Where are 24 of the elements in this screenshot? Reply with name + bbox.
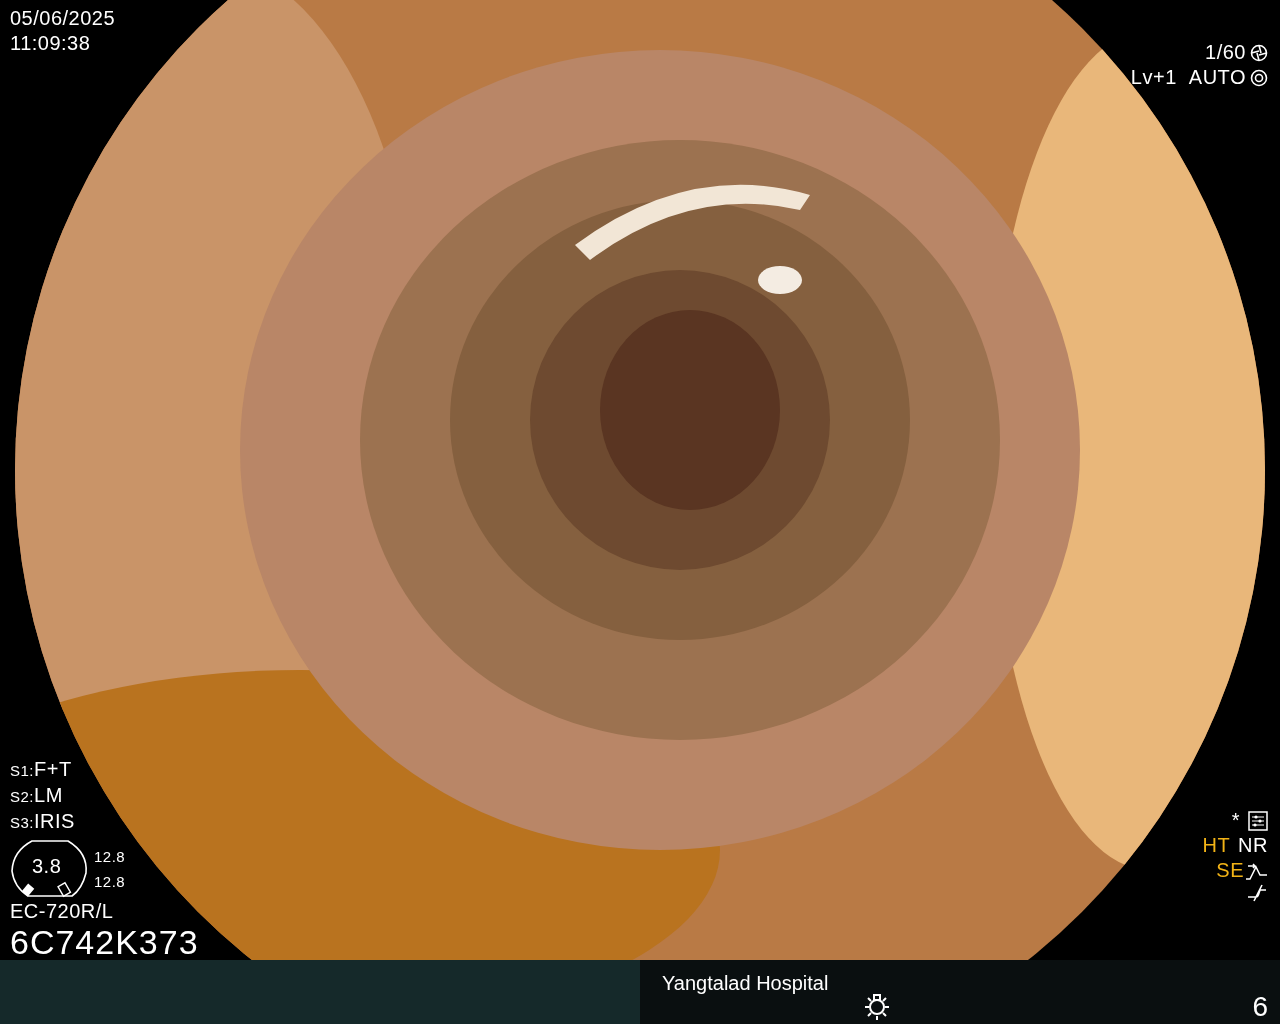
time-text: 11:09:38 <box>10 31 92 56</box>
setting-flag-text: SE <box>1216 858 1244 883</box>
page-number-text: 6 <box>1252 990 1268 1024</box>
slashed-wave-icon <box>1246 883 1268 903</box>
asterisk-mark: * <box>1231 808 1240 833</box>
light-level-text: Lv+1 <box>1130 65 1177 90</box>
aperture-icon <box>1250 43 1268 62</box>
gauge-value-text: 3.8 <box>32 855 62 877</box>
exposure-mode-text: AUTO <box>1188 65 1246 90</box>
switch-setting-text: S2:LM <box>10 783 64 808</box>
sliders-icon <box>1248 810 1268 831</box>
date-text: 05/06/2025 <box>10 6 116 31</box>
setting-flag-text: HT <box>1202 833 1231 858</box>
setting-flag-text: NR <box>1238 833 1268 858</box>
gauge-reading-text: 12.8 <box>94 872 126 892</box>
iris-icon <box>1250 68 1268 87</box>
scope-model-text: EC-720R/L <box>10 899 115 924</box>
serial-number-text: 6C742K373 <box>10 924 199 960</box>
switch-setting-text: S1:F+T <box>10 757 73 782</box>
enhance-curve-icon <box>1244 860 1268 881</box>
switch-setting-text: S3:IRIS <box>10 809 76 834</box>
gauge-reading-text: 12.8 <box>94 847 126 867</box>
shutter-speed-text: 1/60 <box>1205 40 1246 65</box>
hospital-name-text: Yangtalad Hospital <box>662 971 829 996</box>
